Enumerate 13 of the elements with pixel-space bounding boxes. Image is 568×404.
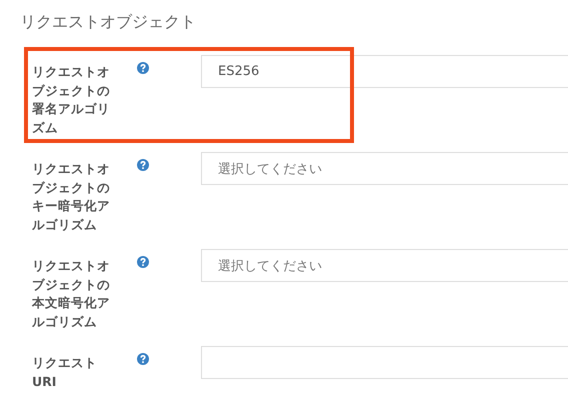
select-field[interactable]: 選択してください xyxy=(201,152,568,185)
select-field[interactable]: 選択してください xyxy=(201,249,568,282)
section-title: リクエストオブジェクト xyxy=(20,11,196,33)
help-icon[interactable] xyxy=(137,159,149,171)
field-label: リクエストオブジェクトのキー暗号化アルゴリズム xyxy=(32,160,111,234)
field-label: リクエストオブジェクトの署名アルゴリズム xyxy=(32,63,111,136)
field-label: リクエストオブジェクトの本文暗号化アルゴリズム xyxy=(32,257,111,330)
input-field[interactable]: ES256 xyxy=(201,55,568,88)
field-label: リクエスト URI xyxy=(32,354,98,390)
help-icon[interactable] xyxy=(137,256,149,268)
help-icon[interactable] xyxy=(137,353,149,365)
input-field[interactable] xyxy=(201,346,568,379)
help-icon[interactable] xyxy=(137,62,149,74)
